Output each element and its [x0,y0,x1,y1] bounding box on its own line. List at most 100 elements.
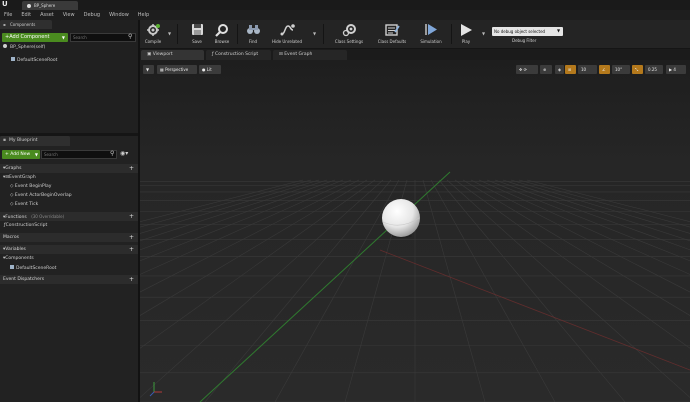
toolbar-separator [237,24,238,44]
save-button[interactable]: Save [186,20,208,48]
variable-label: DefaultSceneRoot [16,266,57,271]
variables-header-label: Variables [5,247,26,252]
play-button[interactable]: Play [455,20,477,48]
macros-section-header[interactable]: Macros + [0,233,138,242]
components-tree-root[interactable]: BP_Sphere(self) [3,44,45,50]
add-new-button[interactable]: + Add New ▼ [2,150,40,159]
scene-component-icon [11,57,15,61]
variables-section-header[interactable]: ▾Variables + [0,245,138,254]
scale-snap-value[interactable]: 0.25 [645,65,663,74]
scene-component-icon [10,265,14,269]
compile-label: Compile [144,39,162,44]
camera-speed-button[interactable]: ▶ 4 [666,65,686,74]
add-component-button[interactable]: +Add Component ▼ [2,33,68,42]
view-options-eye-icon[interactable]: ◉▾ [120,150,128,157]
class-defaults-button[interactable]: Class Defaults [372,20,412,48]
viewport-options-button[interactable]: ▼ [143,65,154,74]
menu-asset[interactable]: Asset [40,12,54,18]
components-tab[interactable]: ▪ Components [0,20,52,29]
surface-snap-icon: ◈ [558,67,562,72]
menu-bar: File Edit Asset View Debug Window Help [0,10,690,20]
binoculars-icon [246,22,261,37]
class-settings-button[interactable]: Class Settings [329,20,369,48]
save-disk-icon [190,22,205,37]
event-dispatchers-section-header[interactable]: Event Dispatchers + [0,275,138,284]
title-bar [0,0,690,10]
rotation-snap-toggle[interactable]: ∠ [599,65,610,74]
graphs-section-header[interactable]: ▾Graphs + [0,164,138,173]
grid-snap-toggle[interactable]: ⊞ [565,65,576,74]
transform-mode-button[interactable]: ✥ ⟳ [516,65,538,74]
add-function-plus-icon[interactable]: + [129,212,134,221]
event-label: Event Tick [14,202,39,207]
event-item[interactable]: ◇ Event Tick [10,202,38,207]
add-variable-plus-icon[interactable]: + [129,245,134,254]
camera-speed-value: 4 [673,67,676,72]
components-tab-icon: ▪ [3,22,6,27]
hide-unrelated-chevron-icon[interactable]: ▼ [313,31,316,36]
functions-section-header[interactable]: ▾Functions (30 Overridable) + [0,212,138,221]
save-label: Save [192,39,202,44]
menu-view[interactable]: View [63,12,75,18]
add-new-chevron-icon: ▼ [34,152,38,157]
add-macro-plus-icon[interactable]: + [129,233,134,242]
document-tab[interactable]: BP_Sphere [22,1,78,10]
grid-snap-value[interactable]: 10 [578,65,597,74]
hide-unrelated-icon [280,22,295,37]
graphs-header-label: Graphs [5,166,22,171]
menu-edit[interactable]: Edit [21,12,31,18]
event-graph-item[interactable]: ▾⊟EventGraph [3,175,36,180]
menu-file[interactable]: File [4,12,12,18]
class-defaults-icon [384,22,400,37]
world-local-toggle[interactable]: ⊕ [540,65,552,74]
compile-options-chevron-icon[interactable]: ▼ [168,31,171,36]
move-arrows-icon: ✥ ⟳ [519,67,527,72]
tab-event-graph[interactable]: ⊟ Event Graph [273,50,347,60]
my-blueprint-tab[interactable]: ▪ My Blueprint [0,136,70,146]
tab-viewport[interactable]: ▣ Viewport [141,50,204,60]
my-blueprint-search-input[interactable]: Search [41,150,117,159]
event-item[interactable]: ◇ Event ActorBeginOverlap [10,193,72,198]
scale-snap-toggle[interactable]: ⤡ [632,65,643,74]
functions-overridable-count: (30 Overridable) [31,214,65,219]
play-icon [459,22,474,37]
construction-script-label: ConstructionScript [5,223,48,228]
add-new-label: + Add New [5,152,31,157]
components-search-input[interactable]: Search [70,33,136,42]
my-blueprint-tab-icon: ▪ [3,138,7,143]
tab-construction-script[interactable]: ƒ Construction Script [206,50,271,60]
globe-icon: ⊕ [543,67,547,72]
add-event-dispatcher-plus-icon[interactable]: + [129,275,134,284]
components-tree-item[interactable]: DefaultSceneRoot [11,57,57,63]
class-settings-gear-icon [342,22,357,37]
class-settings-label: Class Settings [334,39,364,44]
compile-button[interactable]: Compile [141,20,165,48]
viewport-scene [140,60,690,402]
variables-components-category[interactable]: ▾Components [3,256,34,261]
rotation-snap-value[interactable]: 10° [612,65,630,74]
browse-button[interactable]: Browse [209,20,235,48]
components-tab-label: Components [10,22,36,27]
variable-item[interactable]: DefaultSceneRoot [10,265,56,271]
debug-filter-label: Debug Filter [512,38,537,43]
menu-help[interactable]: Help [138,12,149,18]
menu-debug[interactable]: Debug [84,12,100,18]
perspective-button[interactable]: ▦ Perspective [157,65,197,74]
simulation-button[interactable]: Simulation [413,20,449,48]
lit-button[interactable]: ● Lit [199,65,221,74]
find-button[interactable]: Find [242,20,264,48]
hide-unrelated-button[interactable]: Hide Unrelated [266,20,308,48]
hide-unrelated-label: Hide Unrelated [271,39,302,44]
sphere-mesh[interactable] [382,199,420,237]
menu-window[interactable]: Window [109,12,129,18]
play-options-chevron-icon[interactable]: ▼ [482,31,485,36]
components-category-label: Components [5,256,34,261]
functions-header-label: Functions [5,215,27,220]
add-graph-plus-icon[interactable]: + [129,164,134,173]
actor-root-icon [3,44,7,48]
construction-script-item[interactable]: ƒConstructionScript [4,223,47,228]
debug-object-select[interactable]: No debug object selected [492,27,563,36]
viewport-3d[interactable] [140,60,690,402]
event-item[interactable]: ◇ Event BeginPlay [10,184,51,189]
surface-snapping-toggle[interactable]: ◈ [555,65,564,74]
